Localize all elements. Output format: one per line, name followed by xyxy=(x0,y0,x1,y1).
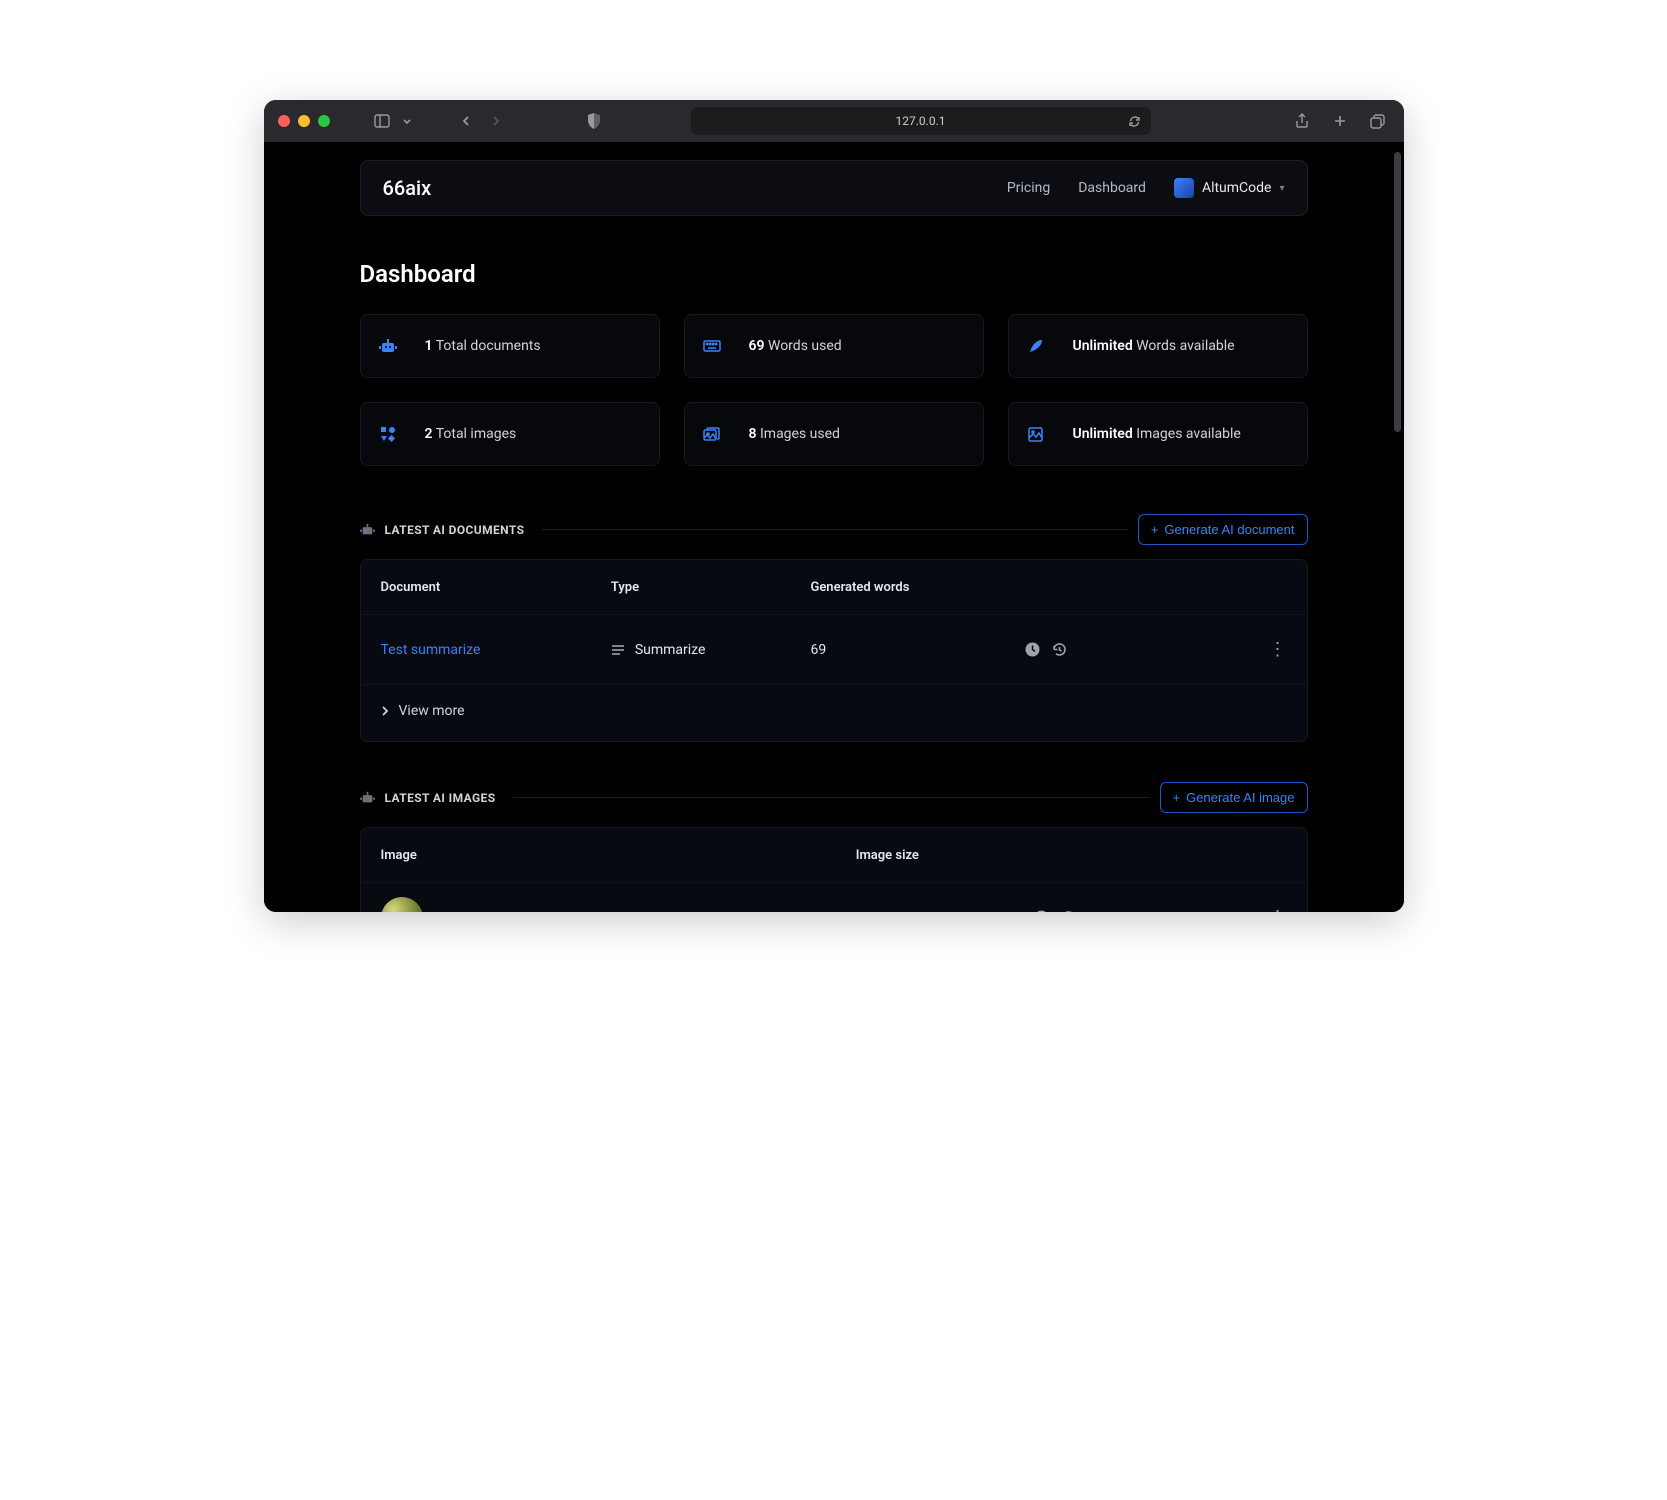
table-header: Document Type Generated words xyxy=(361,560,1307,614)
stat-words-used: 69 Words used xyxy=(684,314,984,378)
stat-text: 8 Images used xyxy=(749,426,840,442)
stat-text: Unlimited Images available xyxy=(1073,426,1241,442)
chevron-down-icon: ▾ xyxy=(1279,183,1284,194)
image-link[interactable]: Test xyxy=(437,910,464,913)
user-name: AltumCode xyxy=(1202,180,1272,196)
document-link[interactable]: Test summarize xyxy=(381,642,611,658)
share-icon[interactable] xyxy=(1290,109,1314,133)
user-menu[interactable]: AltumCode ▾ xyxy=(1174,178,1285,198)
images-table: Image Image size Test 512x512 ⋮ xyxy=(360,827,1308,912)
stat-words-available: Unlimited Words available xyxy=(1008,314,1308,378)
tabs-icon[interactable] xyxy=(1366,109,1390,133)
col-document: Document xyxy=(381,580,611,595)
keyboard-icon xyxy=(703,340,721,352)
page-content: 66aix Pricing Dashboard AltumCode ▾ Dash… xyxy=(264,142,1404,912)
plus-icon: + xyxy=(1151,522,1159,537)
scrollbar-thumb[interactable] xyxy=(1394,152,1401,432)
stat-images-used: 8 Images used xyxy=(684,402,984,466)
chevron-right-icon xyxy=(381,706,389,716)
nav-dashboard[interactable]: Dashboard xyxy=(1078,180,1146,196)
top-nav: 66aix Pricing Dashboard AltumCode ▾ xyxy=(360,160,1308,216)
maximize-window-button[interactable] xyxy=(318,115,330,127)
section-header-images: LATEST AI IMAGES + Generate AI image xyxy=(360,782,1308,813)
images-icon xyxy=(703,427,721,442)
table-row: Test summarize Summarize 69 ⋮ xyxy=(361,614,1307,684)
size-cell: 512x512 xyxy=(856,910,1034,913)
stat-images-available: Unlimited Images available xyxy=(1008,402,1308,466)
close-window-button[interactable] xyxy=(278,115,290,127)
history-icon xyxy=(1061,910,1076,912)
row-meta-icons xyxy=(1025,642,1240,657)
stat-total-images: 2 Total images xyxy=(360,402,660,466)
clock-icon xyxy=(1025,642,1040,657)
section-title: LATEST AI DOCUMENTS xyxy=(385,523,525,537)
table-header: Image Image size xyxy=(361,828,1307,882)
plus-icon: + xyxy=(1173,790,1181,805)
feather-icon xyxy=(1027,338,1045,354)
clock-icon xyxy=(1034,910,1049,912)
back-button[interactable] xyxy=(454,109,478,133)
shield-icon[interactable] xyxy=(582,109,606,133)
stat-text: 69 Words used xyxy=(749,338,842,354)
url-text: 127.0.0.1 xyxy=(896,114,946,128)
page-title: Dashboard xyxy=(360,260,1308,288)
chevron-down-icon[interactable] xyxy=(400,109,414,133)
section-title: LATEST AI IMAGES xyxy=(385,791,496,805)
image-thumbnail[interactable] xyxy=(381,897,423,913)
avatar xyxy=(1174,178,1194,198)
divider xyxy=(542,529,1127,530)
minimize-window-button[interactable] xyxy=(298,115,310,127)
brand-logo[interactable]: 66aix xyxy=(383,176,432,200)
stat-text: 2 Total images xyxy=(425,426,517,442)
sidebar-toggle-icon[interactable] xyxy=(370,109,394,133)
view-more-link[interactable]: View more xyxy=(361,684,1307,741)
documents-table: Document Type Generated words Test summa… xyxy=(360,559,1308,742)
col-type: Type xyxy=(611,580,811,595)
row-menu-button[interactable]: ⋮ xyxy=(1240,639,1286,660)
window-controls xyxy=(278,115,330,127)
col-generated-words: Generated words xyxy=(810,580,1025,595)
history-icon xyxy=(1052,642,1067,657)
image-cell: Test xyxy=(381,897,856,913)
divider xyxy=(513,797,1149,798)
url-bar[interactable]: 127.0.0.1 xyxy=(691,107,1151,135)
list-icon xyxy=(611,644,625,656)
stat-total-documents: 1 Total documents xyxy=(360,314,660,378)
type-cell: Summarize xyxy=(611,642,811,658)
image-icon xyxy=(1027,427,1045,442)
robot-icon xyxy=(360,523,375,536)
refresh-icon[interactable] xyxy=(1128,115,1141,128)
row-meta-icons xyxy=(1034,910,1242,912)
browser-window: 127.0.0.1 66aix Pricing Dashboard xyxy=(264,100,1404,912)
robot-icon xyxy=(360,791,375,804)
browser-titlebar: 127.0.0.1 xyxy=(264,100,1404,142)
stat-text: Unlimited Words available xyxy=(1073,338,1235,354)
scrollbar[interactable] xyxy=(1394,152,1401,902)
section-header-documents: LATEST AI DOCUMENTS + Generate AI docume… xyxy=(360,514,1308,545)
col-image-size: Image size xyxy=(856,848,1034,863)
forward-button[interactable] xyxy=(484,109,508,133)
robot-icon xyxy=(379,338,397,354)
nav-pricing[interactable]: Pricing xyxy=(1007,180,1050,196)
words-cell: 69 xyxy=(810,642,1025,658)
shapes-icon xyxy=(379,426,397,442)
row-menu-button[interactable]: ⋮ xyxy=(1242,907,1287,912)
generate-document-button[interactable]: + Generate AI document xyxy=(1138,514,1308,545)
stats-grid: 1 Total documents 69 Words used Unlimite… xyxy=(360,314,1308,466)
col-image: Image xyxy=(381,848,856,863)
new-tab-icon[interactable] xyxy=(1328,109,1352,133)
generate-image-button[interactable]: + Generate AI image xyxy=(1160,782,1308,813)
table-row: Test 512x512 ⋮ xyxy=(361,882,1307,912)
stat-text: 1 Total documents xyxy=(425,338,541,354)
